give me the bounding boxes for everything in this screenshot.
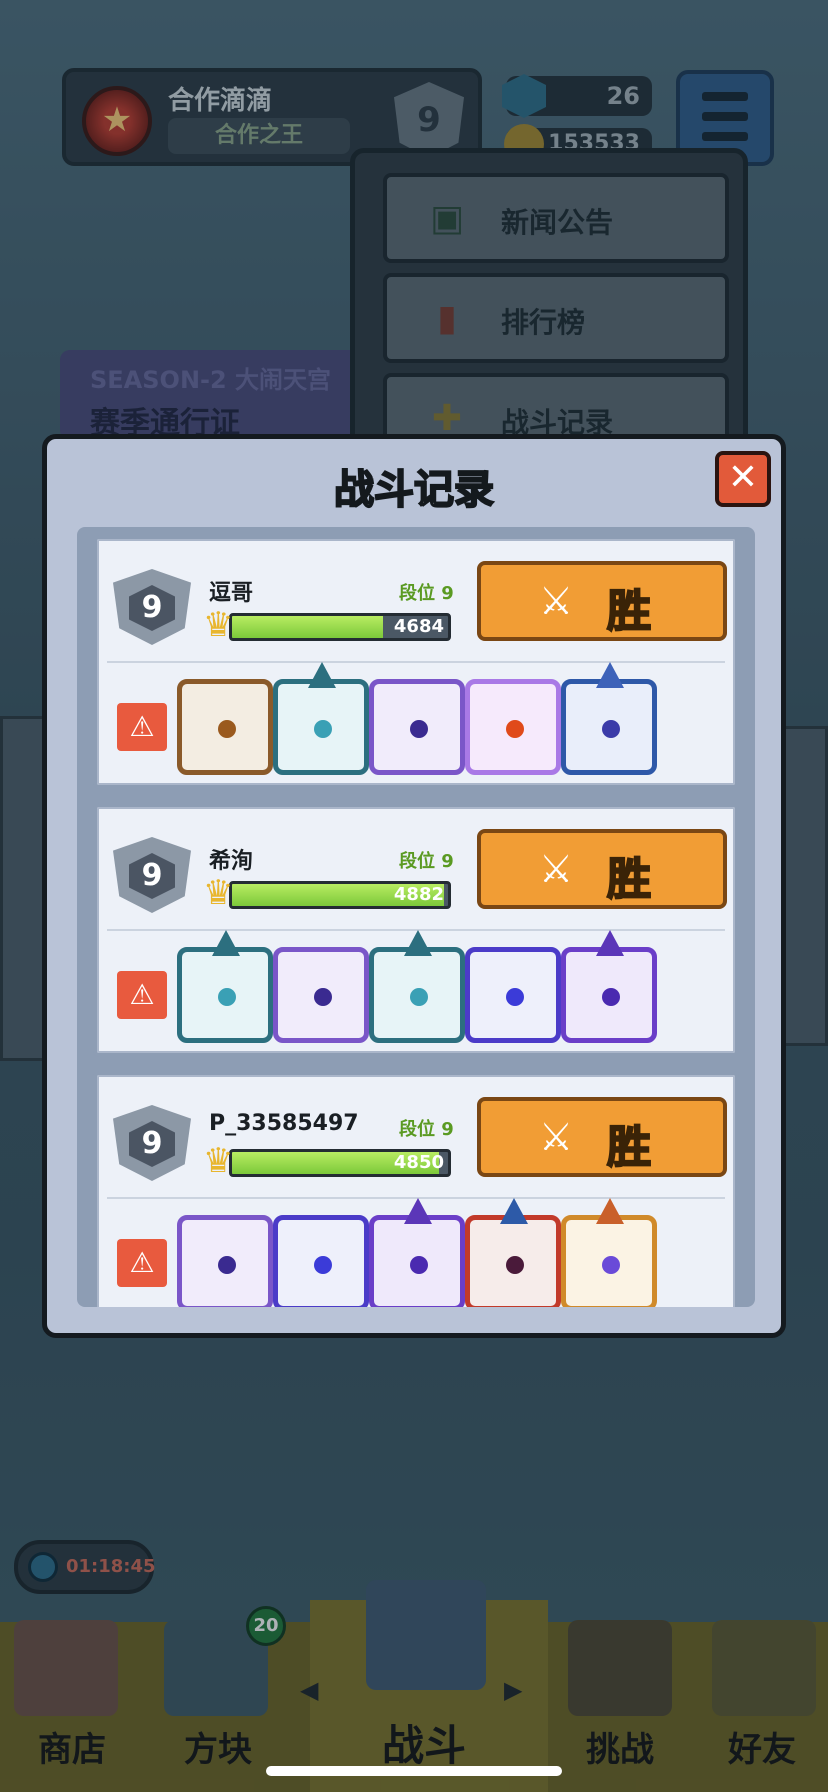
score-bar: 4882 [229,881,451,909]
skill-core-icon [218,720,236,738]
trophy-icon: ♛ [203,873,234,913]
divider [107,661,725,663]
report-alarm-icon[interactable]: ⚠ [117,971,167,1019]
dragon-crest-icon [212,930,240,956]
rank-label: 段位 9 [399,583,454,604]
skill-core-icon [410,988,428,1006]
trophy-icon: ♛ [203,605,234,645]
rank-shield-icon: 9 [113,837,191,913]
score-bar: 4850 [229,1149,451,1177]
dragon-crest-icon [596,1198,624,1224]
skill-core-icon [602,988,620,1006]
skill-core-icon [410,720,428,738]
battle-record-card: 9 逗哥 段位 9 4684 ♛ ⚔ 胜 ⚠ [93,535,739,789]
dragon-crest-icon [308,662,336,688]
skill-tile-icon[interactable] [465,679,561,775]
skill-core-icon [218,1256,236,1274]
close-button[interactable]: ✕ [715,451,771,507]
skill-tile-icon[interactable] [273,947,369,1043]
crossed-swords-icon: ⚔ [539,1115,574,1159]
dragon-crest-icon [500,1198,528,1224]
skill-core-icon [506,988,524,1006]
skill-core-icon [602,720,620,738]
skill-tile-icon[interactable] [273,662,369,775]
score-value: 4882 [393,884,444,905]
battle-record-card: 9 希洵 段位 9 4882 ♛ ⚔ 胜 ⚠ [93,803,739,1057]
skill-tile-icon[interactable] [561,930,657,1043]
opponent-name: P_33585497 [209,1111,359,1136]
score-bar-fill [232,616,384,638]
crossed-swords-icon: ⚔ [539,579,574,623]
skill-core-icon [314,988,332,1006]
skill-tile-icon[interactable] [465,1198,561,1307]
home-indicator[interactable] [266,1766,562,1776]
score-value: 4684 [393,616,444,637]
dragon-crest-icon [596,930,624,956]
dragon-crest-icon [404,930,432,956]
skill-tile-icon[interactable] [561,662,657,775]
rank-number: 9 [129,585,175,631]
result-button[interactable]: ⚔ 胜 [477,561,727,641]
skill-tile-icon[interactable] [177,679,273,775]
skill-tile-icon[interactable] [177,930,273,1043]
report-alarm-icon[interactable]: ⚠ [117,703,167,751]
battle-records-modal: 战斗记录 ✕ 9 逗哥 段位 9 4684 ♛ ⚔ 胜 ⚠ 9 希洵 段位 9 … [42,434,786,1338]
modal-title: 战斗记录 [333,466,495,514]
skill-tile-icon[interactable] [561,1198,657,1307]
skill-core-icon [314,1256,332,1274]
skill-core-icon [506,1256,524,1274]
rank-number: 9 [129,1121,175,1167]
opponent-name: 希洵 [209,849,254,874]
opponent-name: 逗哥 [209,581,254,606]
battle-record-card: 9 P_33585497 段位 9 4850 ♛ ⚔ 胜 ⚠ [93,1071,739,1307]
result-button[interactable]: ⚔ 胜 [477,1097,727,1177]
skill-core-icon [314,720,332,738]
result-label: 胜 [606,585,652,638]
result-label: 胜 [606,853,652,906]
skill-core-icon [218,988,236,1006]
skill-tile-icon[interactable] [369,1198,465,1307]
divider [107,1197,725,1199]
dragon-crest-icon [596,662,624,688]
result-button[interactable]: ⚔ 胜 [477,829,727,909]
dragon-crest-icon [404,1198,432,1224]
report-alarm-icon[interactable]: ⚠ [117,1239,167,1287]
divider [107,929,725,931]
rank-number: 9 [129,853,175,899]
skill-tile-icon[interactable] [177,1215,273,1307]
skill-core-icon [602,1256,620,1274]
rank-shield-icon: 9 [113,1105,191,1181]
score-bar: 4684 [229,613,451,641]
trophy-icon: ♛ [203,1141,234,1181]
rank-label: 段位 9 [399,851,454,872]
result-label: 胜 [606,1121,652,1174]
skill-tile-icon[interactable] [273,1215,369,1307]
skill-tile-icon[interactable] [369,679,465,775]
skill-tile-icon[interactable] [369,930,465,1043]
skill-tile-icon[interactable] [465,947,561,1043]
score-value: 4850 [393,1152,444,1173]
skill-core-icon [410,1256,428,1274]
rank-label: 段位 9 [399,1119,454,1140]
rank-shield-icon: 9 [113,569,191,645]
records-list[interactable]: 9 逗哥 段位 9 4684 ♛ ⚔ 胜 ⚠ 9 希洵 段位 9 4882 ♛ … [77,527,755,1307]
crossed-swords-icon: ⚔ [539,847,574,891]
skill-core-icon [506,720,524,738]
